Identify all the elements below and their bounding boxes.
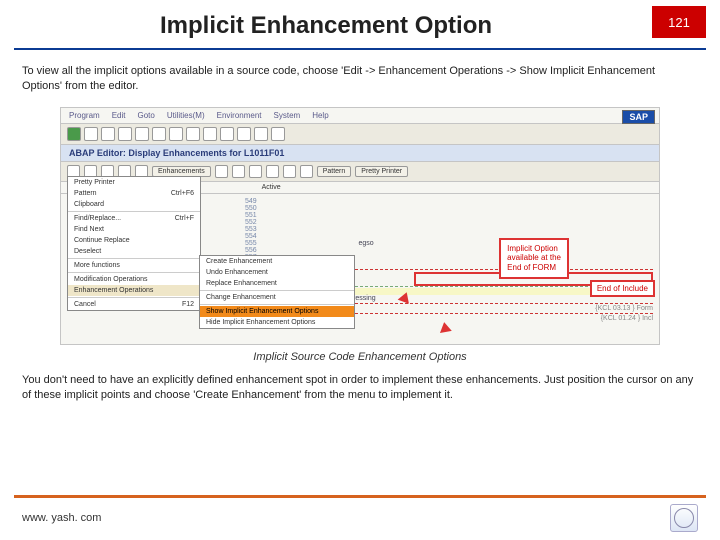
toolbar-icon[interactable] (186, 127, 200, 141)
toolbar-icon[interactable] (135, 127, 149, 141)
page-number-badge: 121 (652, 6, 706, 38)
footer-divider (14, 495, 706, 498)
toolbar-icon[interactable] (237, 127, 251, 141)
toolbar-icon[interactable] (300, 165, 313, 178)
menu-goto[interactable]: Goto (137, 111, 154, 120)
dd-find-replace[interactable]: Find/Replace...Ctrl+F (68, 213, 200, 224)
menu-help[interactable]: Help (312, 111, 328, 120)
dd-modification-ops[interactable]: Modification Operations (68, 274, 200, 285)
sm-hide-implicit[interactable]: Hide Implicit Enhancement Options (200, 317, 354, 328)
pretty-printer-button[interactable]: Pretty Printer (355, 166, 408, 177)
callout-end-of-include: End of Include (590, 280, 655, 297)
arrow-icon (438, 321, 452, 333)
toolbar-icon[interactable] (271, 127, 285, 141)
sm-show-implicit[interactable]: Show Implicit Enhancement Options (200, 306, 354, 317)
toolbar-icon[interactable] (266, 165, 279, 178)
pattern-button[interactable]: Pattern (317, 166, 352, 177)
toolbar-icon[interactable] (283, 165, 296, 178)
sm-undo-enhancement[interactable]: Undo Enhancement (200, 267, 354, 278)
sap-screenshot: SAP Program Edit Goto Utilities(M) Envir… (60, 107, 660, 345)
toolbar-icon[interactable] (152, 127, 166, 141)
dd-cancel[interactable]: CancelF12 (68, 299, 200, 310)
menu-edit[interactable]: Edit (112, 111, 126, 120)
active-label: Active (262, 184, 281, 191)
dd-pattern[interactable]: PatternCtrl+F6 (68, 188, 200, 199)
menu-program[interactable]: Program (69, 111, 100, 120)
toolbar-icon[interactable] (215, 165, 228, 178)
ok-icon[interactable] (67, 127, 81, 141)
sm-replace-enhancement[interactable]: Replace Enhancement (200, 278, 354, 289)
sm-change-enhancement[interactable]: Change Enhancement (200, 292, 354, 303)
intro-text: To view all the implicit options availab… (0, 64, 720, 107)
toolbar-main (61, 124, 659, 145)
toolbar-icon[interactable] (101, 127, 115, 141)
dd-more-functions[interactable]: More functions (68, 260, 200, 271)
toolbar-icon[interactable] (84, 127, 98, 141)
outro-text: You don't need to have an explicitly def… (0, 373, 720, 414)
page-title: Implicit Enhancement Option (0, 0, 652, 48)
dd-clipboard[interactable]: Clipboard (68, 199, 200, 210)
dd-deselect[interactable]: Deselect (68, 246, 200, 257)
callout-implicit-option: Implicit Option available at the End of … (499, 238, 569, 279)
menu-utilities[interactable]: Utilities(M) (167, 111, 205, 120)
dd-pretty-printer[interactable]: Pretty Printer (68, 177, 200, 188)
toolbar-icon[interactable] (232, 165, 245, 178)
sm-create-enhancement[interactable]: Create Enhancement (200, 256, 354, 267)
footer-url: www. yash. com (22, 512, 101, 524)
toolbar-icon[interactable] (220, 127, 234, 141)
dd-continue-replace[interactable]: Continue Replace (68, 235, 200, 246)
yash-logo-icon (670, 504, 698, 532)
toolbar-icon[interactable] (118, 127, 132, 141)
dd-enhancement-ops[interactable]: Enhancement Operations (68, 285, 200, 296)
toolbar-icon[interactable] (203, 127, 217, 141)
toolbar-icon[interactable] (254, 127, 268, 141)
menubar: Program Edit Goto Utilities(M) Environme… (61, 108, 659, 124)
toolbar-icon[interactable] (169, 127, 183, 141)
dd-find-next[interactable]: Find Next (68, 224, 200, 235)
figure-caption: Implicit Source Code Enhancement Options (0, 351, 720, 363)
sap-logo: SAP (622, 110, 655, 124)
toolbar-icon[interactable] (249, 165, 262, 178)
footer: www. yash. com (0, 495, 720, 532)
edit-dropdown: Pretty Printer PatternCtrl+F6 Clipboard … (67, 176, 201, 311)
title-underline (14, 48, 706, 50)
menu-environment[interactable]: Environment (217, 111, 262, 120)
enhancement-submenu: Create Enhancement Undo Enhancement Repl… (199, 255, 355, 329)
menu-system[interactable]: System (274, 111, 301, 120)
editor-title: ABAP Editor: Display Enhancements for L1… (61, 145, 659, 162)
editor-body: Pretty Printer PatternCtrl+F6 Clipboard … (61, 194, 659, 344)
